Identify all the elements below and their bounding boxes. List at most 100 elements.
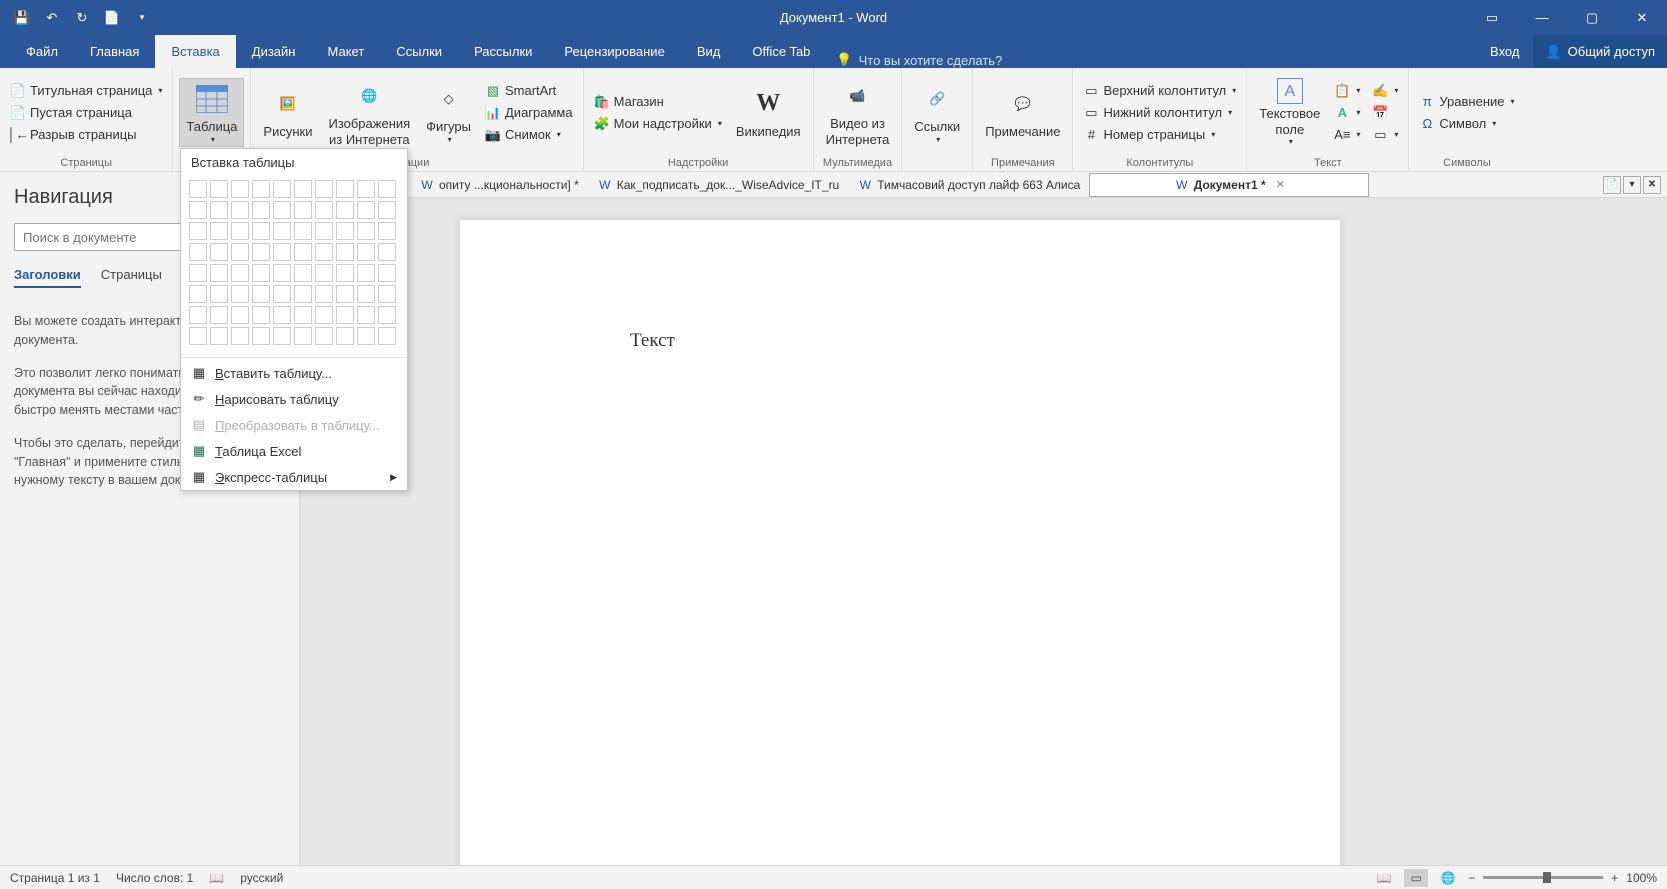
object-button[interactable]: ▭▾ bbox=[1368, 125, 1402, 145]
my-addins-button[interactable]: 🧩Мои надстройки▾ bbox=[590, 114, 726, 134]
tab-home[interactable]: Главная bbox=[74, 35, 155, 68]
nav-tab-headings[interactable]: Заголовки bbox=[14, 267, 81, 288]
table-grid-cell[interactable] bbox=[336, 180, 354, 198]
zoom-level[interactable]: 100% bbox=[1626, 871, 1657, 885]
new-doc-icon[interactable]: 📄 bbox=[1603, 176, 1621, 194]
doc-tab[interactable]: WКак_подписать_док..._WiseAdvice_IT_ru bbox=[588, 173, 849, 197]
tab-design[interactable]: Дизайн bbox=[236, 35, 312, 68]
table-grid-cell[interactable] bbox=[357, 243, 375, 261]
table-grid-cell[interactable] bbox=[252, 201, 270, 219]
table-grid-cell[interactable] bbox=[336, 327, 354, 345]
dropcap-button[interactable]: A≡▾ bbox=[1330, 125, 1364, 145]
links-button[interactable]: 🔗Ссылки▾ bbox=[908, 79, 966, 146]
table-grid-cell[interactable] bbox=[378, 222, 396, 240]
wordart-button[interactable]: A▾ bbox=[1330, 103, 1364, 123]
doc-tab[interactable]: Wопиту ...кциональности] * bbox=[410, 173, 588, 197]
doc-tab-active[interactable]: WДокумент1 *✕ bbox=[1089, 173, 1369, 197]
zoom-slider[interactable] bbox=[1483, 876, 1603, 879]
save-icon[interactable]: 💾 bbox=[8, 4, 36, 32]
zoom-in-icon[interactable]: + bbox=[1611, 871, 1618, 885]
comment-button[interactable]: 💬Примечание bbox=[979, 84, 1066, 142]
table-button[interactable]: Таблица ▾ bbox=[179, 78, 244, 147]
excel-table-item[interactable]: ▦Таблица Excel bbox=[181, 438, 407, 464]
tab-file[interactable]: Файл bbox=[10, 35, 74, 68]
table-grid-cell[interactable] bbox=[336, 264, 354, 282]
table-grid-cell[interactable] bbox=[336, 306, 354, 324]
table-grid-cell[interactable] bbox=[273, 201, 291, 219]
table-grid-cell[interactable] bbox=[336, 222, 354, 240]
table-grid-cell[interactable] bbox=[357, 264, 375, 282]
table-grid-cell[interactable] bbox=[294, 201, 312, 219]
tell-me-search[interactable]: 💡 Что вы хотите сделать? bbox=[826, 52, 1012, 68]
table-grid-cell[interactable] bbox=[231, 243, 249, 261]
chart-button[interactable]: 📊Диаграмма bbox=[481, 103, 577, 123]
table-grid-cell[interactable] bbox=[378, 327, 396, 345]
table-grid-cell[interactable] bbox=[231, 222, 249, 240]
table-grid-cell[interactable] bbox=[210, 285, 228, 303]
table-grid-cell[interactable] bbox=[252, 285, 270, 303]
table-grid-cell[interactable] bbox=[252, 327, 270, 345]
table-grid-cell[interactable] bbox=[210, 201, 228, 219]
table-grid-cell[interactable] bbox=[315, 264, 333, 282]
table-grid-cell[interactable] bbox=[210, 264, 228, 282]
page-number-button[interactable]: #Номер страницы▾ bbox=[1079, 125, 1240, 145]
equation-button[interactable]: πУравнение▾ bbox=[1415, 92, 1518, 112]
table-grid-cell[interactable] bbox=[189, 264, 207, 282]
tab-mailings[interactable]: Рассылки bbox=[458, 35, 548, 68]
table-grid-cell[interactable] bbox=[336, 285, 354, 303]
share-button[interactable]: 👤 Общий доступ bbox=[1533, 35, 1667, 68]
status-words[interactable]: Число слов: 1 bbox=[116, 871, 193, 885]
signature-button[interactable]: ✍▾ bbox=[1368, 81, 1402, 101]
store-button[interactable]: 🛍️Магазин bbox=[590, 92, 726, 112]
table-grid-cell[interactable] bbox=[336, 243, 354, 261]
pictures-button[interactable]: 🖼️Рисунки bbox=[257, 84, 318, 142]
table-grid-cell[interactable] bbox=[378, 264, 396, 282]
table-grid-cell[interactable] bbox=[273, 180, 291, 198]
spellcheck-icon[interactable]: 📖 bbox=[209, 871, 224, 885]
table-grid-cell[interactable] bbox=[189, 180, 207, 198]
close-all-icon[interactable]: ✕ bbox=[1643, 176, 1661, 194]
table-grid-cell[interactable] bbox=[231, 327, 249, 345]
table-grid-cell[interactable] bbox=[315, 306, 333, 324]
table-grid-cell[interactable] bbox=[315, 243, 333, 261]
table-grid-cell[interactable] bbox=[378, 306, 396, 324]
cover-page-button[interactable]: 📄Титульная страница▾ bbox=[6, 81, 166, 101]
table-grid-cell[interactable] bbox=[315, 201, 333, 219]
table-grid-picker[interactable] bbox=[181, 176, 407, 355]
screenshot-button[interactable]: 📷Снимок▾ bbox=[481, 125, 577, 145]
print-layout-icon[interactable]: ▭ bbox=[1404, 869, 1428, 887]
table-grid-cell[interactable] bbox=[294, 264, 312, 282]
table-grid-cell[interactable] bbox=[252, 306, 270, 324]
table-grid-cell[interactable] bbox=[273, 264, 291, 282]
table-grid-cell[interactable] bbox=[252, 180, 270, 198]
table-grid-cell[interactable] bbox=[294, 243, 312, 261]
symbol-button[interactable]: ΩСимвол▾ bbox=[1415, 114, 1518, 134]
insert-table-item[interactable]: ▦Вставить таблицу... bbox=[181, 360, 407, 386]
table-grid-cell[interactable] bbox=[315, 222, 333, 240]
minimize-icon[interactable]: — bbox=[1517, 0, 1567, 35]
table-grid-cell[interactable] bbox=[378, 285, 396, 303]
smartart-button[interactable]: ▧SmartArt bbox=[481, 81, 577, 101]
touch-mode-icon[interactable]: 📄 bbox=[98, 4, 126, 32]
zoom-out-icon[interactable]: − bbox=[1468, 871, 1475, 885]
table-grid-cell[interactable] bbox=[210, 306, 228, 324]
draw-table-item[interactable]: ✏Нарисовать таблицу bbox=[181, 386, 407, 412]
tab-layout[interactable]: Макет bbox=[311, 35, 380, 68]
redo-icon[interactable]: ↻ bbox=[68, 4, 96, 32]
wikipedia-button[interactable]: WВикипедия bbox=[730, 84, 807, 142]
table-grid-cell[interactable] bbox=[252, 243, 270, 261]
datetime-button[interactable]: 📅 bbox=[1368, 103, 1402, 123]
table-grid-cell[interactable] bbox=[231, 285, 249, 303]
table-grid-cell[interactable] bbox=[357, 327, 375, 345]
table-grid-cell[interactable] bbox=[378, 201, 396, 219]
maximize-icon[interactable]: ▢ bbox=[1567, 0, 1617, 35]
online-video-button[interactable]: 📹Видео из Интернета bbox=[820, 76, 896, 149]
page-break-button[interactable]: │←Разрыв страницы bbox=[6, 125, 166, 145]
web-layout-icon[interactable]: 🌐 bbox=[1436, 869, 1460, 887]
table-grid-cell[interactable] bbox=[378, 243, 396, 261]
table-grid-cell[interactable] bbox=[210, 243, 228, 261]
close-tab-icon[interactable]: ✕ bbox=[1276, 178, 1285, 191]
header-button[interactable]: ▭Верхний колонтитул▾ bbox=[1079, 81, 1240, 101]
table-grid-cell[interactable] bbox=[189, 285, 207, 303]
table-grid-cell[interactable] bbox=[189, 243, 207, 261]
